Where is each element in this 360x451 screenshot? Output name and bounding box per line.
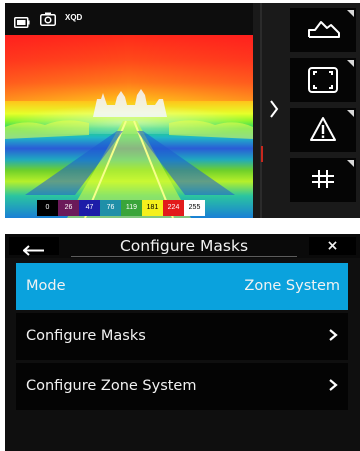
zone-swatch: 0 [37, 200, 58, 216]
status-bar: XQD [5, 3, 253, 35]
card-label: XQD [65, 13, 83, 22]
tool-column [253, 3, 360, 218]
frame-icon [307, 66, 339, 98]
divider [260, 3, 262, 218]
menu-title: Configure Masks [119, 237, 249, 255]
close-button[interactable]: × [309, 237, 356, 255]
chevron-right-icon[interactable] [267, 99, 281, 119]
scene-structure [5, 89, 253, 218]
camera-icon [40, 11, 56, 30]
menu-item-configure-zone-system[interactable]: Configure Zone System [16, 363, 348, 410]
configure-masks-screen: Configure Masks × Mode Zone System Confi… [5, 234, 360, 451]
menu-item-label: Configure Zone System [26, 378, 197, 394]
battery-icon [14, 13, 30, 32]
menu-item-label: Configure Masks [26, 328, 146, 344]
chevron-right-icon [328, 378, 338, 392]
submenu-indicator [347, 10, 354, 17]
grid-icon [310, 168, 336, 194]
zone-swatch: 76 [100, 200, 121, 216]
warning-icon [309, 116, 337, 146]
zone-system-preview [5, 35, 253, 218]
zone-swatch: 26 [58, 200, 79, 216]
zone-swatch: 255 [184, 200, 205, 216]
back-button[interactable] [9, 237, 59, 256]
menu-item-label: Mode [26, 278, 66, 294]
warning-tool-button[interactable] [290, 108, 356, 152]
frame-guide-tool-button[interactable] [290, 58, 356, 102]
back-arrow-icon [22, 241, 45, 260]
histogram-tool-button[interactable] [290, 8, 356, 52]
waveform-icon [307, 18, 341, 44]
grid-tool-button[interactable] [290, 158, 356, 202]
camera-screen: XQD 0 26 47 76 119 181 224 255 [5, 3, 360, 218]
submenu-indicator [347, 60, 354, 67]
submenu-indicator [347, 110, 354, 117]
menu-item-value: Zone System [244, 278, 340, 294]
submenu-indicator [347, 160, 354, 167]
viewfinder: XQD 0 26 47 76 119 181 224 255 [5, 3, 253, 218]
zone-swatch: 181 [142, 200, 163, 216]
zone-swatch: 224 [163, 200, 184, 216]
chevron-right-icon [328, 328, 338, 342]
title-underline [71, 256, 297, 257]
menu-item-configure-masks[interactable]: Configure Masks [16, 313, 348, 360]
zone-swatch: 119 [121, 200, 142, 216]
record-indicator [261, 146, 263, 162]
zone-scale: 0 26 47 76 119 181 224 255 [37, 200, 205, 216]
menu-item-mode[interactable]: Mode Zone System [16, 263, 348, 310]
menu-header: Configure Masks × [5, 234, 360, 258]
zone-swatch: 47 [79, 200, 100, 216]
